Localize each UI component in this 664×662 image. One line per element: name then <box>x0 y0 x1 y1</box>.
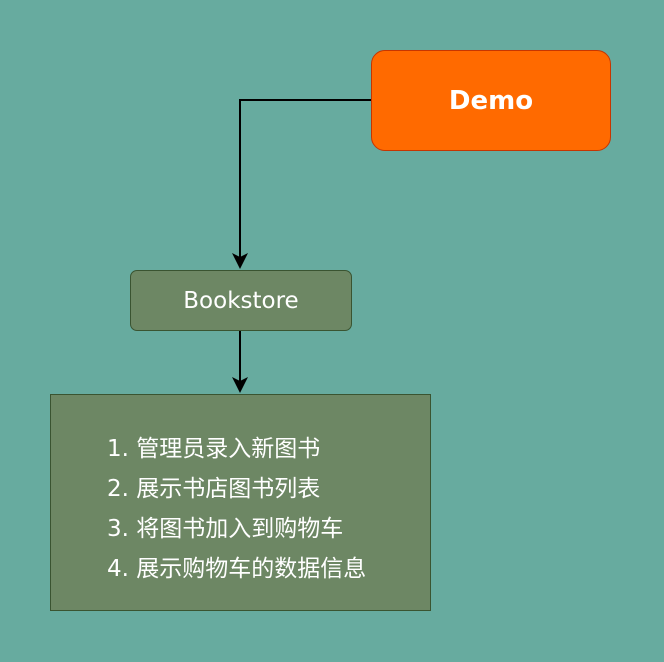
arrowhead-to-features <box>232 377 248 393</box>
bookstore-node[interactable]: Bookstore <box>130 270 352 331</box>
feature-item-4: 4. 展示购物车的数据信息 <box>107 556 367 582</box>
features-node[interactable]: 1. 管理员录入新图书 2. 展示书店图书列表 3. 将图书加入到购物车 4. … <box>50 394 431 611</box>
feature-item-2: 2. 展示书店图书列表 <box>107 476 321 502</box>
feature-item-1: 1. 管理员录入新图书 <box>107 436 321 462</box>
edge-demo-to-bookstore <box>239 99 371 258</box>
demo-node[interactable]: Demo <box>371 50 611 151</box>
demo-label: Demo <box>448 85 534 116</box>
feature-list: 1. 管理员录入新图书 2. 展示书店图书列表 3. 将图书加入到购物车 4. … <box>107 429 366 589</box>
feature-item-3: 3. 将图书加入到购物车 <box>107 516 344 542</box>
arrowhead-to-bookstore <box>232 253 248 269</box>
bookstore-label: Bookstore <box>183 287 299 314</box>
